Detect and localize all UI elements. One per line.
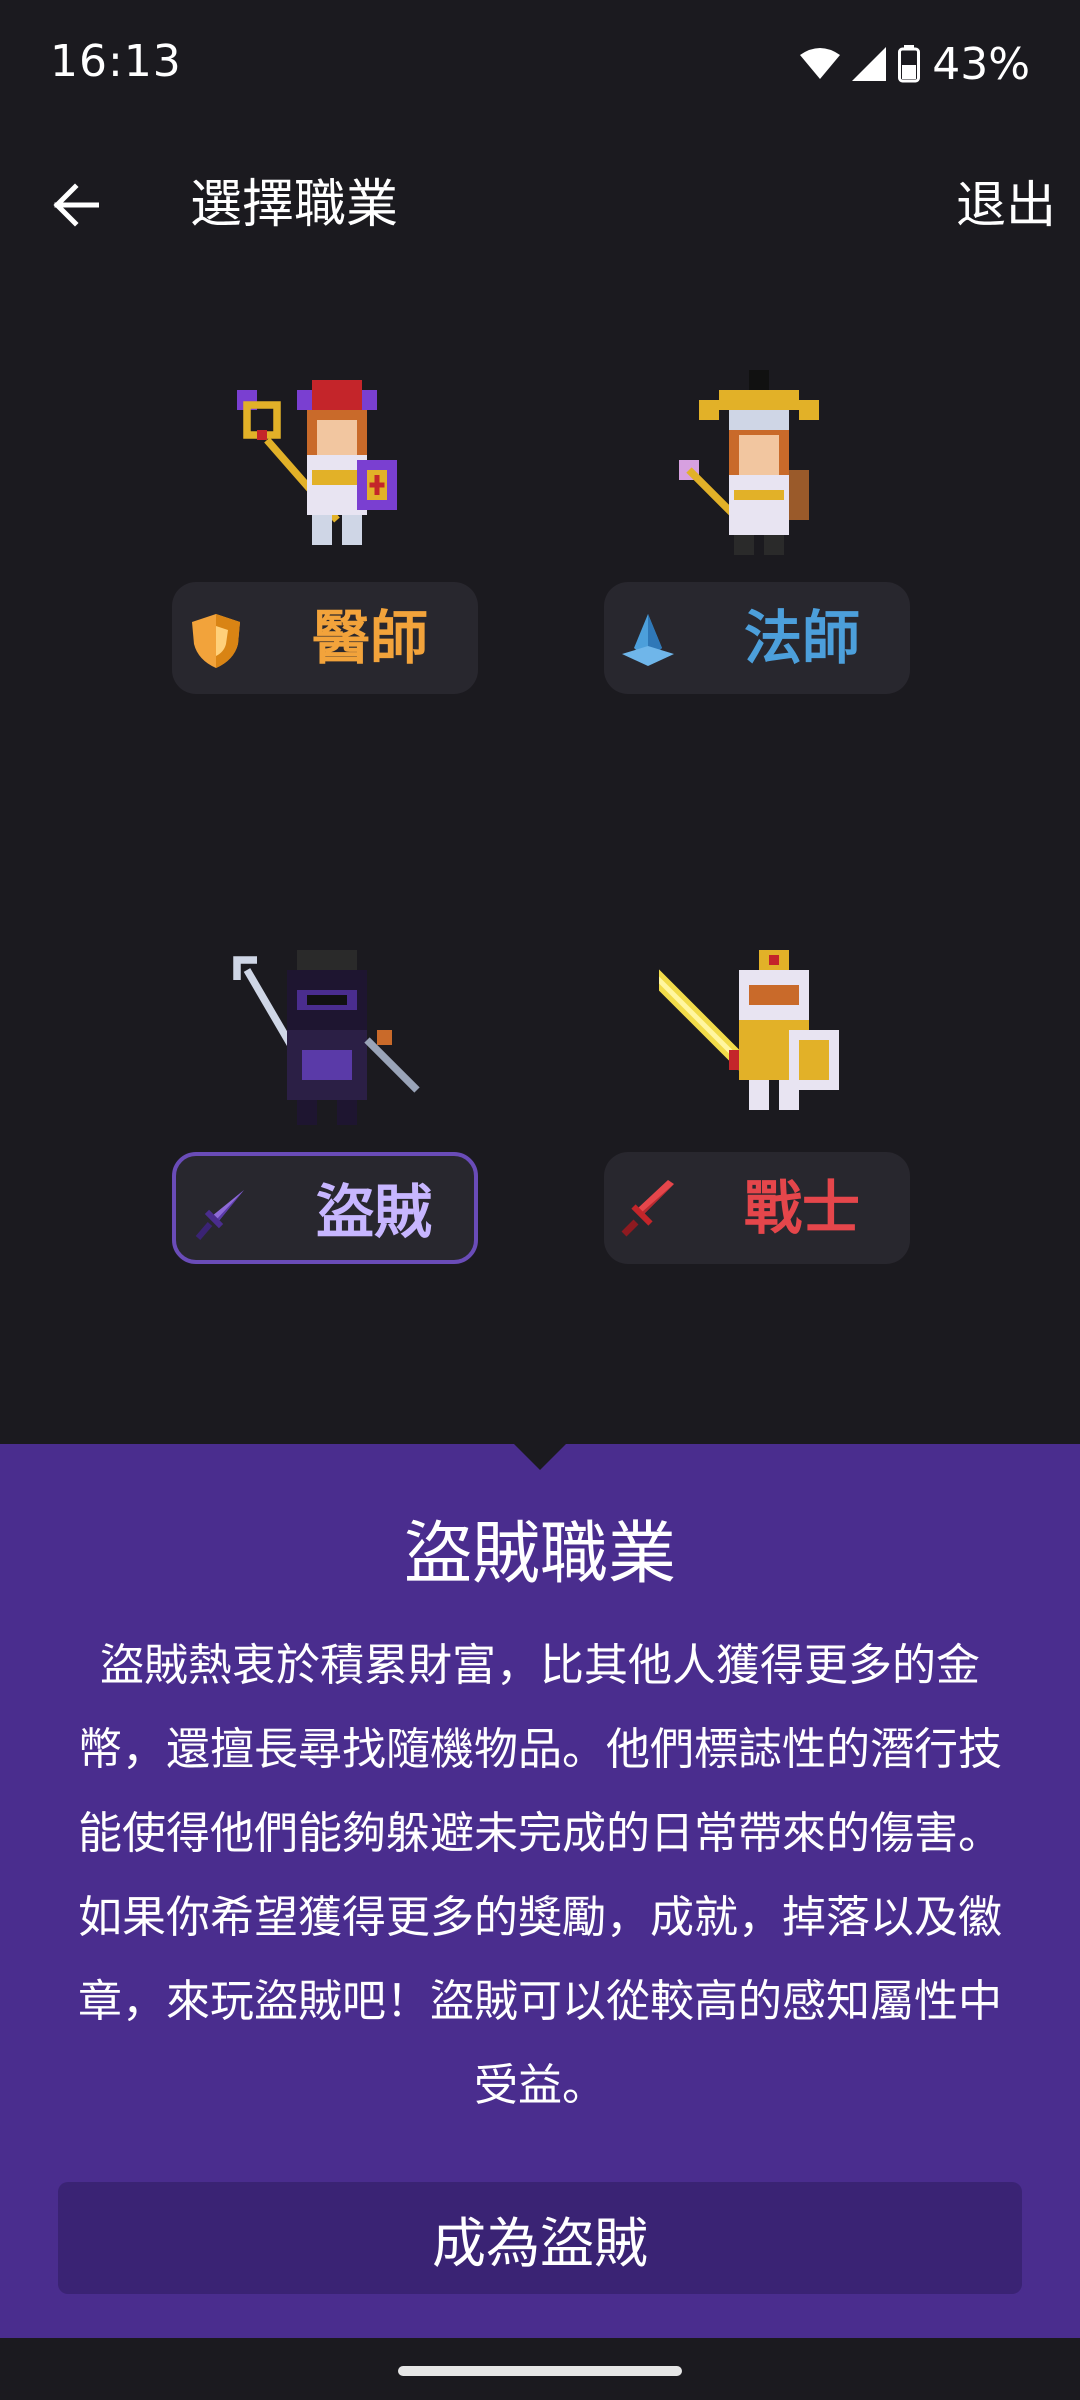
class-label-healer: 醫師: [312, 604, 429, 672]
gesture-nav-handle[interactable]: [398, 2366, 682, 2376]
panel-pointer: [512, 1442, 568, 1470]
sword-icon: [621, 1180, 674, 1237]
battery-icon: [898, 45, 921, 83]
dagger-icon: [195, 1190, 244, 1240]
class-option-healer: 醫師: [172, 370, 482, 700]
warrior-sprite[interactable]: [659, 940, 859, 1140]
status-icons: 43%: [800, 36, 1030, 92]
class-option-rogue: 盜賊: [172, 940, 482, 1270]
class-label-mage: 法師: [744, 604, 861, 672]
shield-icon: [192, 614, 240, 668]
wifi-icon: [800, 48, 841, 79]
healer-sprite[interactable]: [227, 370, 427, 570]
panel-title: 盜賊職業: [403, 1515, 676, 1594]
class-button-healer[interactable]: 醫師: [172, 582, 478, 694]
back-button[interactable]: [30, 160, 120, 250]
rogue-sprite[interactable]: [227, 940, 427, 1140]
class-button-rogue[interactable]: 盜賊: [172, 1152, 478, 1264]
class-button-warrior[interactable]: 戰士: [604, 1152, 910, 1264]
panel-description: 盜賊熱衷於積累財富，比其他人獲得更多的金幣，還擅長尋找隨機物品。他們標誌性的潛行…: [78, 1640, 1002, 2111]
class-button-mage[interactable]: 法師: [604, 582, 910, 694]
class-option-warrior: 戰士: [604, 940, 914, 1270]
class-description-panel: 盜賊職業 盜賊熱衷於積累財富，比其他人獲得更多的金幣，還擅長尋找隨機物品。他們標…: [0, 1442, 1080, 2338]
class-label-warrior: 戰士: [744, 1174, 861, 1242]
page-title: 選擇職業: [190, 175, 399, 235]
mage-sprite[interactable]: [659, 370, 859, 570]
arrow-left-icon: [53, 183, 99, 227]
become-class-button[interactable]: 成為盜賊: [58, 2182, 1022, 2294]
status-time: 16:13: [50, 36, 182, 87]
status-bar: 16:13 43%: [0, 0, 1080, 120]
crystal-icon: [622, 614, 674, 666]
battery-percent: 43%: [932, 38, 1030, 90]
exit-button[interactable]: 退出: [956, 170, 1056, 240]
class-label-rogue: 盜賊: [316, 1178, 433, 1246]
class-option-mage: 法師: [604, 370, 914, 700]
app-bar: 選擇職業 退出: [0, 140, 1080, 270]
signal-icon: [852, 47, 887, 81]
